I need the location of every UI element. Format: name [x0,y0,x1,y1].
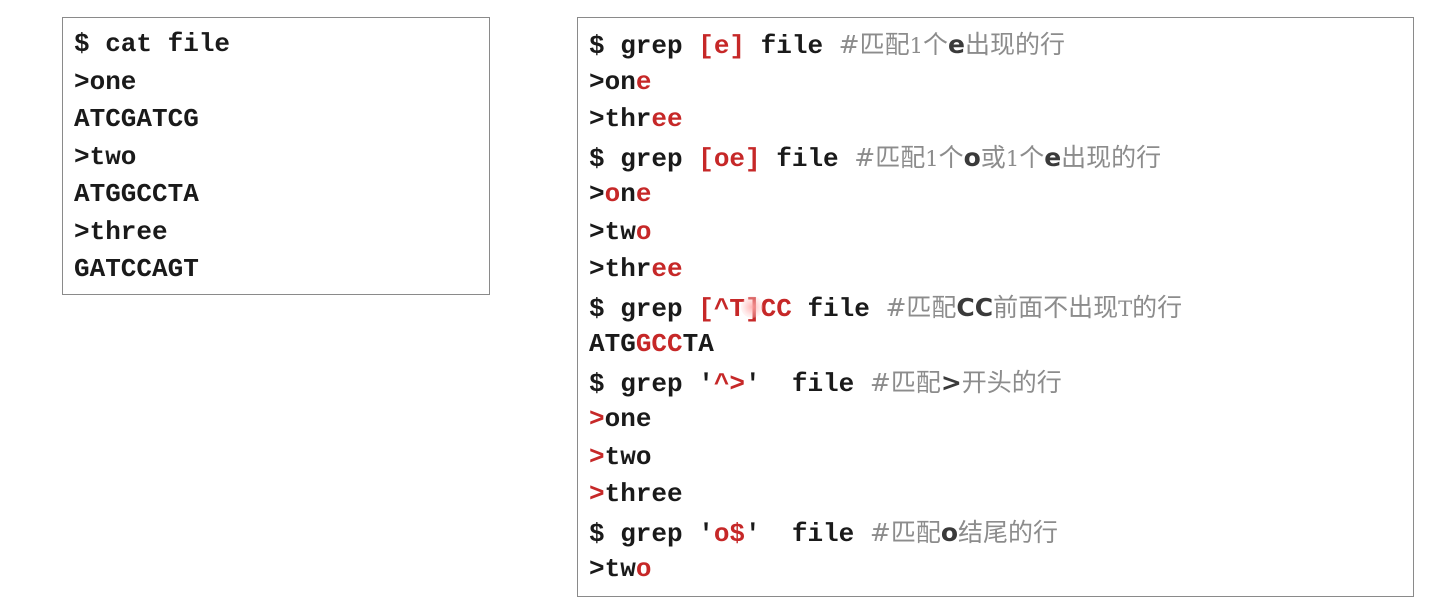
code-text: >three [74,216,168,247]
comment-text: 出现的行 [964,30,1065,59]
comment-text: 个 [938,142,964,172]
comment-text: 1 [909,34,923,58]
grep-example-line: >three [589,101,1413,139]
code-text: $ grep [589,31,699,61]
code-text: file [760,143,855,174]
comment-text: 结尾的行 [958,517,1059,547]
code-text: >two [74,141,137,172]
highlighted-match: ee [651,254,683,284]
comment-text: > [940,367,962,397]
highlighted-match: o$ [713,518,746,549]
code-text: GATCCAGT [74,254,199,284]
code-text: > [589,179,605,209]
grep-example-line: >two [589,551,1413,589]
code-text: file [791,293,886,324]
highlighted-match: [e] [698,31,746,61]
code-text: >tw [589,216,636,247]
grep-example-line: $ grep 'o$' file #匹配o结尾的行 [589,514,1413,552]
comment-text: 或 [980,142,1006,172]
code-text: ' [698,518,714,549]
grep-examples-panel: $ grep [e] file #匹配1个e出现的行 >one >three $ gr… [577,17,1414,597]
grep-example-line: >two [589,439,1413,477]
grep-example-line: >one [589,64,1413,102]
grep-example-line: >one [589,401,1413,439]
cat-file-panel: $ cat file >one ATCGATCG >two ATGGCCTA >three… [62,17,490,295]
grep-example-line: $ grep [oe] file #匹配1个o或1个e出现的行 [589,139,1413,177]
code-text: ' file [745,368,870,399]
comment-text: 个 [922,30,948,59]
code-text: >tw [589,554,636,584]
comment-text: 开头的行 [961,367,1062,397]
code-text: $ grep [589,368,699,399]
highlighted-match: ee [651,104,683,134]
highlighted-match: [oe] [698,143,761,174]
file-content-line: $ cat file [74,26,489,64]
comment-text: 1 [925,146,939,171]
grep-example-line: $ grep [e] file #匹配1个e出现的行 [589,26,1413,64]
grep-example-line: >three [589,476,1413,514]
code-text: TA [682,329,714,359]
code-text: $ grep [589,518,699,549]
comment-text: o [940,517,959,547]
comment-text: #匹配 [838,30,910,59]
comment-text: #匹配 [869,517,941,547]
highlighted-match: e [635,66,652,97]
code-text: two [604,441,652,472]
grep-example-line: ATGGCCTA [589,326,1413,364]
code-text: $ cat file [74,29,231,59]
code-text: >thr [589,254,652,284]
code-text: ' [698,368,714,399]
file-content-line: GATCCAGT [74,251,489,289]
comment-text: #匹配 [869,367,941,397]
grep-example-line: >two [589,214,1413,252]
grep-example-line: $ grep [^T]CC file #匹配CC前面不出现T的行 [589,289,1413,327]
comment-text: 前面不出现 [993,292,1119,322]
comment-text: e [1044,142,1062,172]
grep-example-line: $ grep '^>' file #匹配>开头的行 [589,364,1413,402]
grep-example-line: >three [589,251,1413,289]
file-content-line: ATCGATCG [74,101,489,139]
file-content-line: >two [74,139,489,177]
highlighted-match: GCC [635,329,683,359]
comment-text: 的行 [1132,292,1183,322]
code-text: n [620,179,636,209]
highlighted-match: e [635,179,652,209]
code-text: ATG [589,329,636,359]
highlighted-match: > [589,441,605,472]
comment-text: #匹配 [885,292,957,322]
code-text: >one [74,66,137,97]
highlighted-match: o [604,179,621,209]
code-text: >on [589,66,636,97]
code-text: >thr [589,104,652,134]
code-text: ' file [745,518,870,549]
highlighted-match: > [589,404,605,434]
comment-text: 1 [1005,146,1020,171]
code-text: $ grep [589,293,699,324]
highlighted-match: o [635,554,652,584]
file-content-line: >one [74,64,489,102]
file-content-line: ATGGCCTA [74,176,489,214]
code-text: three [604,479,683,509]
code-text: ATGGCCTA [74,179,199,209]
code-text: ATCGATCG [74,104,199,134]
code-text: file [745,31,839,61]
comment-text: CC [956,292,994,322]
highlighted-match: ^> [713,368,746,399]
comment-text: e [948,30,965,59]
highlighted-match: [^T]CC [698,293,792,324]
highlighted-match: o [635,216,652,247]
comment-text: #匹配 [854,142,926,172]
code-text: one [604,404,652,434]
comment-text: 个 [1019,142,1045,172]
comment-text: T [1118,296,1133,321]
grep-example-line: >one [589,176,1413,214]
comment-text: o [963,142,981,172]
highlighted-match: > [589,479,605,509]
code-text: $ grep [589,143,699,174]
comment-text: 出现的行 [1061,142,1162,172]
file-content-line: >three [74,214,489,252]
